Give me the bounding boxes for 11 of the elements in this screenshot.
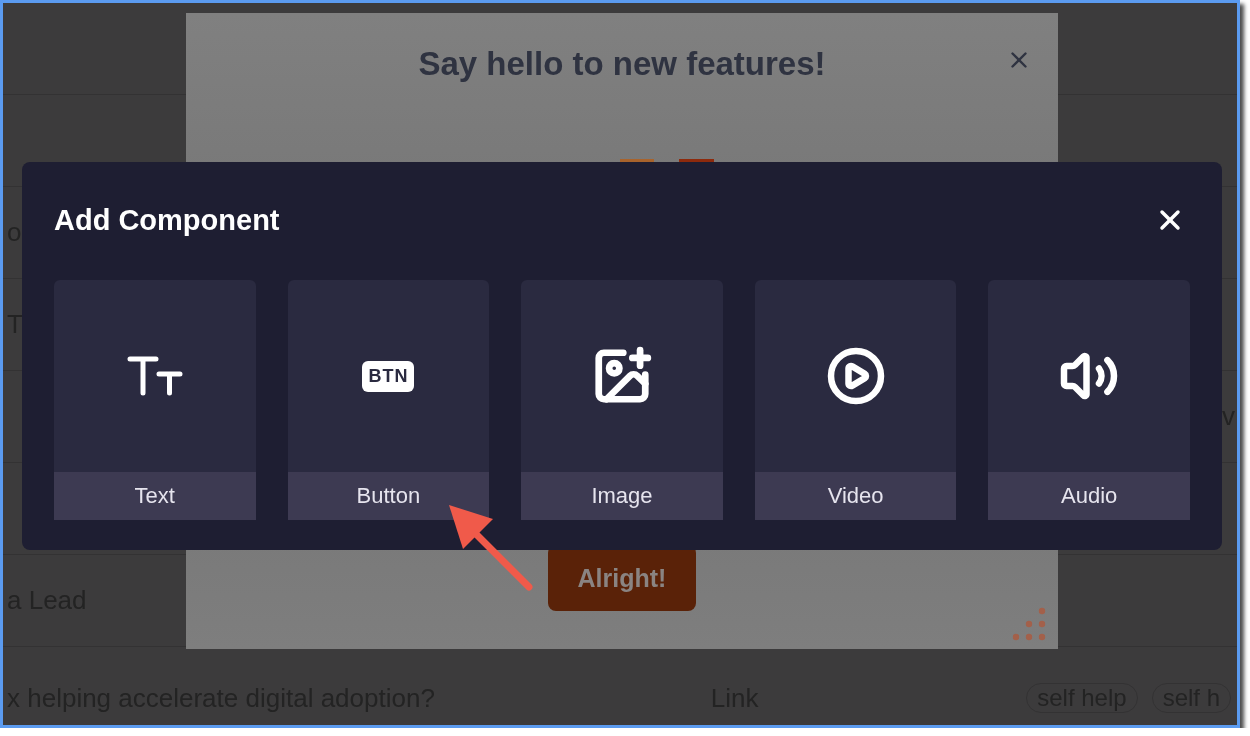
component-card[interactable]: Text — [54, 280, 256, 520]
btn-icon: BTN — [362, 360, 415, 392]
component-card[interactable]: Audio — [988, 280, 1190, 520]
component-card[interactable]: Video — [754, 280, 957, 520]
text-size-icon — [126, 356, 183, 396]
play-icon — [825, 346, 886, 406]
modal-title: Say hello to new features! — [417, 45, 827, 83]
component-card[interactable]: Image — [521, 280, 723, 520]
dots-icon — [1012, 607, 1048, 643]
dialog-title: Add Component — [54, 203, 280, 237]
component-card[interactable]: BTN Button — [287, 280, 490, 520]
